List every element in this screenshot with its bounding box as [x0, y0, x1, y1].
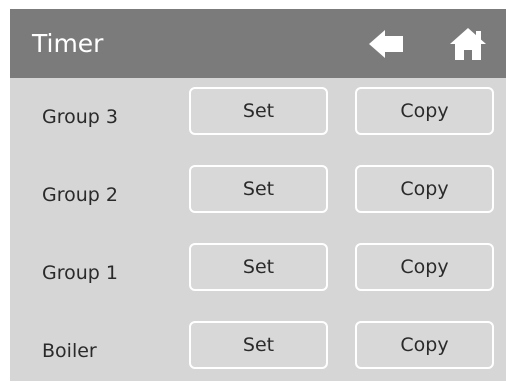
home-icon	[450, 28, 486, 60]
set-button[interactable]: Set	[189, 321, 328, 369]
row-group-2: Group 2 Set Copy	[10, 156, 506, 234]
home-button[interactable]	[448, 26, 488, 62]
back-button[interactable]	[367, 26, 407, 62]
row-label: Group 3	[42, 106, 118, 128]
set-button[interactable]: Set	[189, 165, 328, 213]
copy-button[interactable]: Copy	[355, 321, 494, 369]
set-button[interactable]: Set	[189, 87, 328, 135]
row-group-3: Group 3 Set Copy	[10, 78, 506, 156]
row-group-1: Group 1 Set Copy	[10, 234, 506, 312]
copy-button[interactable]: Copy	[355, 243, 494, 291]
row-label: Group 1	[42, 262, 118, 284]
back-arrow-icon	[369, 30, 403, 58]
copy-button[interactable]: Copy	[355, 165, 494, 213]
row-boiler: Boiler Set Copy	[10, 312, 506, 381]
page-title: Timer	[32, 29, 104, 58]
row-label: Group 2	[42, 184, 118, 206]
copy-button[interactable]: Copy	[355, 87, 494, 135]
header-bar: Timer	[10, 9, 506, 78]
row-label: Boiler	[42, 340, 97, 362]
set-button[interactable]: Set	[189, 243, 328, 291]
timer-screen: Timer Group 3 Set Copy Group 2 Set Copy …	[10, 9, 506, 381]
